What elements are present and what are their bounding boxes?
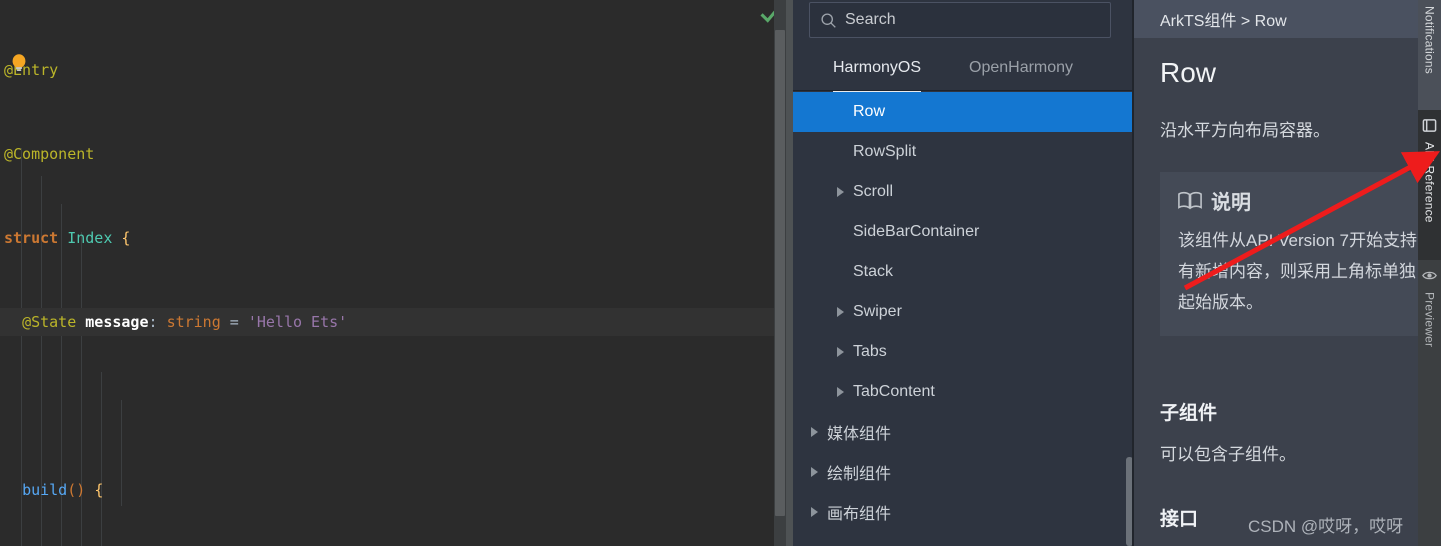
tree-item-RowSplit[interactable]: RowSplit <box>793 132 1134 172</box>
tool-label-previewer: Previewer <box>1422 292 1437 348</box>
tree-item-label: SideBarContainer <box>853 223 980 240</box>
search-icon <box>821 12 836 28</box>
search-placeholder: Search <box>845 11 896 28</box>
tool-button-previewer[interactable]: Previewer <box>1418 262 1441 382</box>
eye-icon <box>1422 271 1437 280</box>
tool-button-notifications[interactable]: Notifications <box>1418 0 1441 110</box>
doc-description: 沿水平方向布局容器。 <box>1160 121 1330 140</box>
section-body-child-components: 可以包含子组件。 <box>1160 445 1296 464</box>
component-tree[interactable]: Row RowSplit Scroll SideBarContainer Stack Sw… <box>793 92 1134 546</box>
api-reference-panel: ArkTS组件 > Row Row 沿水平方向布局容器。 说明 该组件从API … <box>1134 0 1418 546</box>
code-line: @Entry <box>0 56 786 84</box>
note-line: 该组件从API Version 7开始支持 <box>1178 231 1418 250</box>
note-line: 起始版本。 <box>1178 293 1263 312</box>
chevron-right-icon[interactable] <box>837 387 844 397</box>
tree-item-媒体组件[interactable]: 媒体组件 <box>793 412 1134 452</box>
tree-item-label: 画布组件 <box>827 506 892 523</box>
tree-item-Scroll[interactable]: Scroll <box>793 172 1134 212</box>
code-line: @Component <box>0 140 786 168</box>
chevron-right-icon[interactable] <box>811 507 818 517</box>
tree-item-label: RowSplit <box>853 143 917 160</box>
section-heading-interface: 接口 <box>1160 509 1199 530</box>
tree-item-label: TabContent <box>853 383 935 400</box>
chevron-right-icon[interactable] <box>837 307 844 317</box>
ide-window: @Entry @Component struct Index { @State … <box>0 0 1441 546</box>
tool-button-api-reference[interactable]: API Reference <box>1418 110 1441 260</box>
code-token-struct: struct <box>4 229 59 247</box>
editor-panel-divider[interactable] <box>786 0 793 546</box>
tab-harmonyos[interactable]: HarmonyOS <box>833 52 922 92</box>
doc-source-tabs: HarmonyOS OpenHarmony <box>809 52 1119 92</box>
tree-item-SideBarContainer[interactable]: SideBarContainer <box>793 212 1134 252</box>
chevron-right-icon[interactable] <box>837 347 844 357</box>
tree-item-TabContent[interactable]: TabContent <box>793 372 1134 412</box>
note-callout: 说明 该组件从API Version 7开始支持 有新增内容，则采用上角标单独 … <box>1160 172 1418 336</box>
tree-item-绘制组件[interactable]: 绘制组件 <box>793 452 1134 492</box>
chevron-right-icon[interactable] <box>811 427 818 437</box>
code-line: build() { <box>22 481 104 499</box>
chevron-right-icon[interactable] <box>811 467 818 477</box>
chevron-right-icon[interactable] <box>837 187 844 197</box>
tree-item-画布组件[interactable]: 画布组件 <box>793 492 1134 532</box>
code-text[interactable]: @Entry @Component struct Index { @State … <box>0 0 786 546</box>
code-token-build: build <box>22 481 68 499</box>
code-token-string-type: string <box>166 313 221 331</box>
code-token-index: Index <box>67 229 113 247</box>
code-editor[interactable]: @Entry @Component struct Index { @State … <box>0 0 786 546</box>
editor-scrollbar-track[interactable] <box>774 0 786 546</box>
tree-item-Row[interactable]: Row <box>793 92 1134 132</box>
code-token-component: @Component <box>4 145 95 163</box>
tool-label-api-reference: API Reference <box>1422 142 1437 223</box>
tree-item-label: Stack <box>853 263 894 280</box>
tree-item-Stack[interactable]: Stack <box>793 252 1134 292</box>
tab-openharmony[interactable]: OpenHarmony <box>969 52 1073 90</box>
lightbulb-icon[interactable] <box>8 52 30 74</box>
search-input[interactable]: Search <box>809 2 1111 38</box>
tabs-rule <box>793 90 1134 91</box>
open-book-icon <box>1178 191 1202 210</box>
tree-item-label: Scroll <box>853 183 894 200</box>
tree-item-Tabs[interactable]: Tabs <box>793 332 1134 372</box>
tree-item-label: Tabs <box>853 343 887 360</box>
note-heading: 说明 <box>1211 192 1251 214</box>
code-token-message: message <box>85 313 149 331</box>
note-line: 有新增内容，则采用上角标单独 <box>1178 262 1416 281</box>
code-line-current: @State message: string = 'Hello Ets' <box>0 308 786 336</box>
right-tool-strip: Notifications API Reference Previewer <box>1418 0 1441 546</box>
code-token-hello-ets: 'Hello Ets' <box>247 313 348 331</box>
code-line: struct Index { <box>4 229 131 247</box>
component-browser-panel: Search HarmonyOS OpenHarmony Row RowSplit… <box>793 0 1134 546</box>
watermark: CSDN @哎呀，哎呀 <box>1248 517 1404 536</box>
breadcrumb[interactable]: ArkTS组件 > Row <box>1134 0 1418 38</box>
code-token-state: @State <box>22 313 77 331</box>
doc-title: Row <box>1160 57 1217 88</box>
tree-item-label: 绘制组件 <box>827 466 892 483</box>
tree-item-label: 媒体组件 <box>827 426 892 443</box>
tree-item-label: Row <box>853 103 886 120</box>
editor-scrollbar-thumb[interactable] <box>775 30 785 516</box>
section-heading-child-components: 子组件 <box>1160 403 1218 424</box>
tree-item-label: Swiper <box>853 303 902 320</box>
api-icon <box>1422 119 1437 132</box>
tool-label-notifications: Notifications <box>1422 6 1437 74</box>
tree-item-Swiper[interactable]: Swiper <box>793 292 1134 332</box>
note-heading-row: 说明 <box>1178 186 1418 215</box>
